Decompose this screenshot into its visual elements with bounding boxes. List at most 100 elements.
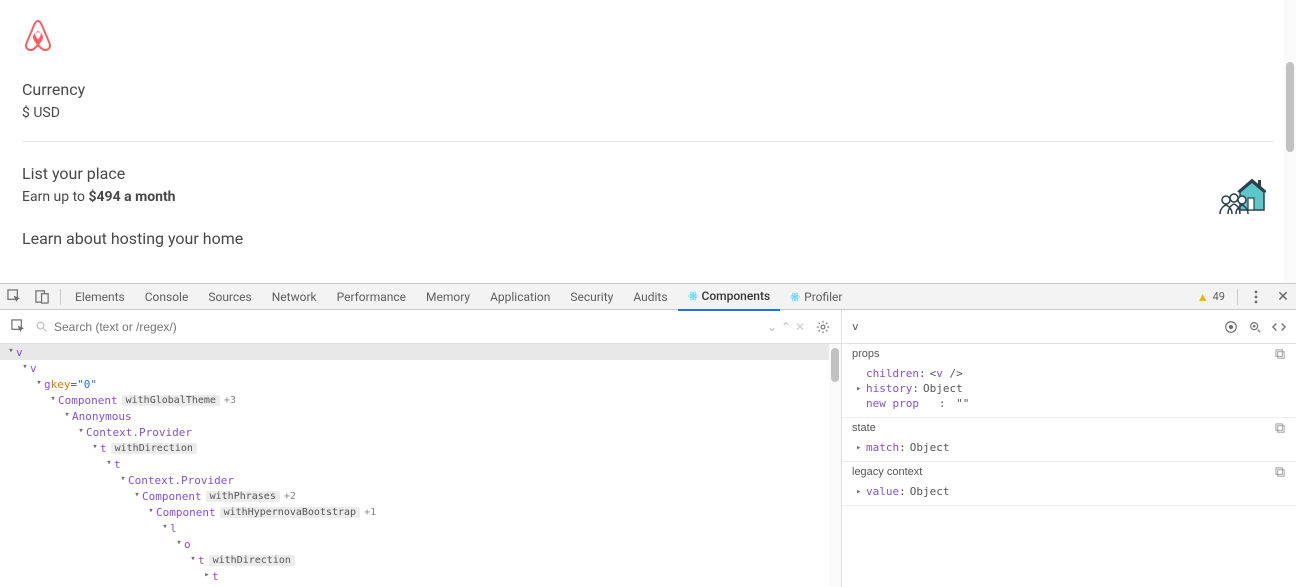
view-source-icon[interactable] bbox=[1272, 320, 1286, 334]
props-section-header: state bbox=[842, 418, 1296, 438]
tree-node[interactable]: twithDirection bbox=[0, 440, 841, 456]
devtools-tab-audits[interactable]: Audits bbox=[623, 284, 677, 310]
prop-row[interactable]: new prop : "" bbox=[842, 396, 1296, 411]
tree-hoc-count: +2 bbox=[284, 491, 296, 502]
copy-icon[interactable] bbox=[1275, 423, 1286, 434]
tree-node[interactable]: Context.Provider bbox=[0, 424, 841, 440]
devtools-tab-network[interactable]: Network bbox=[262, 284, 327, 310]
tree-expand-icon[interactable] bbox=[104, 458, 114, 468]
tree-node[interactable]: Component withPhrases +2 bbox=[0, 488, 841, 504]
devtools-tab-application[interactable]: Application bbox=[480, 284, 560, 310]
warning-icon: ▲ bbox=[1197, 290, 1209, 304]
tree-node[interactable]: o bbox=[0, 536, 841, 552]
tree-expand-icon[interactable] bbox=[6, 346, 16, 356]
devtools-close-icon[interactable]: ✕ bbox=[1270, 289, 1296, 305]
prop-value: Object bbox=[910, 485, 950, 498]
tree-node-name: Context.Provider bbox=[128, 474, 234, 487]
console-warnings-badge[interactable]: ▲ 49 bbox=[1189, 290, 1233, 304]
prop-row[interactable]: ▸history: Object bbox=[842, 381, 1296, 396]
tree-node[interactable]: Anonymous bbox=[0, 408, 841, 424]
tree-node-name: t bbox=[212, 570, 219, 583]
tree-expand-icon[interactable] bbox=[48, 394, 58, 404]
prop-key: new prop bbox=[866, 397, 919, 410]
prop-expand-icon[interactable]: ▸ bbox=[856, 487, 866, 497]
devtools-tab-elements[interactable]: Elements bbox=[65, 284, 135, 310]
tree-expand-icon[interactable] bbox=[62, 410, 72, 420]
tree-node-name: l bbox=[170, 522, 177, 535]
prop-key: match bbox=[866, 441, 899, 454]
tree-node-name: Component bbox=[142, 490, 202, 503]
prop-row[interactable]: ▸value: Object bbox=[842, 484, 1296, 499]
tree-expand-icon[interactable] bbox=[188, 554, 198, 564]
tree-node[interactable]: ComponentwithGlobalTheme+3 bbox=[0, 392, 841, 408]
component-search[interactable] bbox=[36, 320, 759, 334]
tree-node-name: Component bbox=[58, 394, 118, 407]
tree-hoc-badge: withDirection bbox=[111, 443, 197, 454]
tree-expand-icon[interactable] bbox=[174, 538, 184, 548]
tree-expand-icon[interactable] bbox=[20, 362, 30, 372]
inspect-element-icon[interactable] bbox=[0, 284, 28, 310]
prop-value: Object bbox=[910, 441, 950, 454]
tree-node[interactable]: twithDirection bbox=[0, 552, 841, 568]
tabbar-divider bbox=[60, 289, 61, 305]
component-search-input[interactable] bbox=[54, 320, 759, 334]
page-scrollbar-thumb[interactable] bbox=[1286, 62, 1294, 152]
tree-node[interactable]: t bbox=[0, 456, 841, 472]
tree-node-name: t bbox=[114, 458, 121, 471]
tree-scrollbar[interactable] bbox=[829, 344, 841, 587]
tree-hoc-badge: withPhrases bbox=[206, 491, 280, 502]
prop-row[interactable]: children: <v /> bbox=[842, 366, 1296, 381]
tree-expand-icon[interactable] bbox=[132, 490, 142, 500]
tree-expand-icon[interactable] bbox=[34, 378, 44, 388]
devtools-tab-console[interactable]: Console bbox=[135, 284, 199, 310]
react-icon bbox=[790, 292, 800, 302]
learn-hosting-link[interactable]: Learn about hosting your home bbox=[22, 229, 1274, 248]
search-next-icon[interactable]: ⌄ bbox=[767, 320, 777, 334]
tree-expand-icon[interactable] bbox=[160, 522, 170, 532]
props-section-header: legacy context bbox=[842, 462, 1296, 482]
devtools-tab-profiler[interactable]: Profiler bbox=[780, 284, 852, 310]
tree-node[interactable]: v bbox=[0, 360, 841, 376]
page-scrollbar[interactable] bbox=[1284, 0, 1296, 283]
tree-node[interactable]: g key="0" bbox=[0, 376, 841, 392]
copy-icon[interactable] bbox=[1275, 467, 1286, 478]
airbnb-logo[interactable] bbox=[22, 18, 1274, 52]
earn-prefix: Earn up to bbox=[22, 189, 88, 205]
tree-node[interactable]: ComponentwithHypernovaBootstrap+1 bbox=[0, 504, 841, 520]
prop-row[interactable]: ▸match: Object bbox=[842, 440, 1296, 455]
tree-expand-icon[interactable] bbox=[118, 474, 128, 484]
copy-icon[interactable] bbox=[1275, 349, 1286, 360]
search-prev-icon[interactable]: ⌃ bbox=[781, 320, 791, 334]
device-toolbar-icon[interactable] bbox=[28, 284, 56, 310]
prop-key: history bbox=[866, 382, 912, 395]
search-clear-icon[interactable]: ✕ bbox=[795, 320, 805, 334]
section-divider bbox=[22, 141, 1274, 142]
tree-expand-icon[interactable] bbox=[202, 570, 212, 580]
tree-expand-icon[interactable] bbox=[146, 506, 156, 516]
devtools-tab-memory[interactable]: Memory bbox=[416, 284, 480, 310]
inspect-dom-icon[interactable] bbox=[1248, 320, 1262, 334]
prop-expand-icon[interactable]: ▸ bbox=[856, 384, 866, 394]
currency-value[interactable]: $ USD bbox=[22, 105, 1274, 121]
devtools-tab-security[interactable]: Security bbox=[560, 284, 623, 310]
tree-scrollbar-thumb[interactable] bbox=[831, 348, 839, 382]
search-icon bbox=[36, 321, 48, 333]
tree-expand-icon[interactable] bbox=[76, 426, 86, 436]
tree-node[interactable]: t bbox=[0, 568, 841, 584]
devtools-tab-performance[interactable]: Performance bbox=[327, 284, 416, 310]
components-settings-icon[interactable] bbox=[813, 314, 833, 340]
devtools-tab-components[interactable]: Components bbox=[678, 284, 781, 311]
devtools-menu-icon[interactable] bbox=[1242, 284, 1270, 310]
tree-node-name: Anonymous bbox=[72, 410, 132, 423]
select-element-icon[interactable] bbox=[8, 314, 28, 340]
tree-expand-icon[interactable] bbox=[90, 442, 100, 452]
prop-expand-icon[interactable]: ▸ bbox=[856, 443, 866, 453]
tree-node[interactable]: l bbox=[0, 520, 841, 536]
devtools-tab-sources[interactable]: Sources bbox=[198, 284, 261, 310]
prop-value: "" bbox=[956, 397, 969, 410]
props-section-title: state bbox=[852, 422, 876, 434]
tree-node[interactable]: Context.Provider bbox=[0, 472, 841, 488]
tree-node[interactable]: v bbox=[0, 344, 841, 360]
suspend-icon[interactable] bbox=[1224, 320, 1238, 334]
tab-label: Profiler bbox=[804, 290, 842, 304]
